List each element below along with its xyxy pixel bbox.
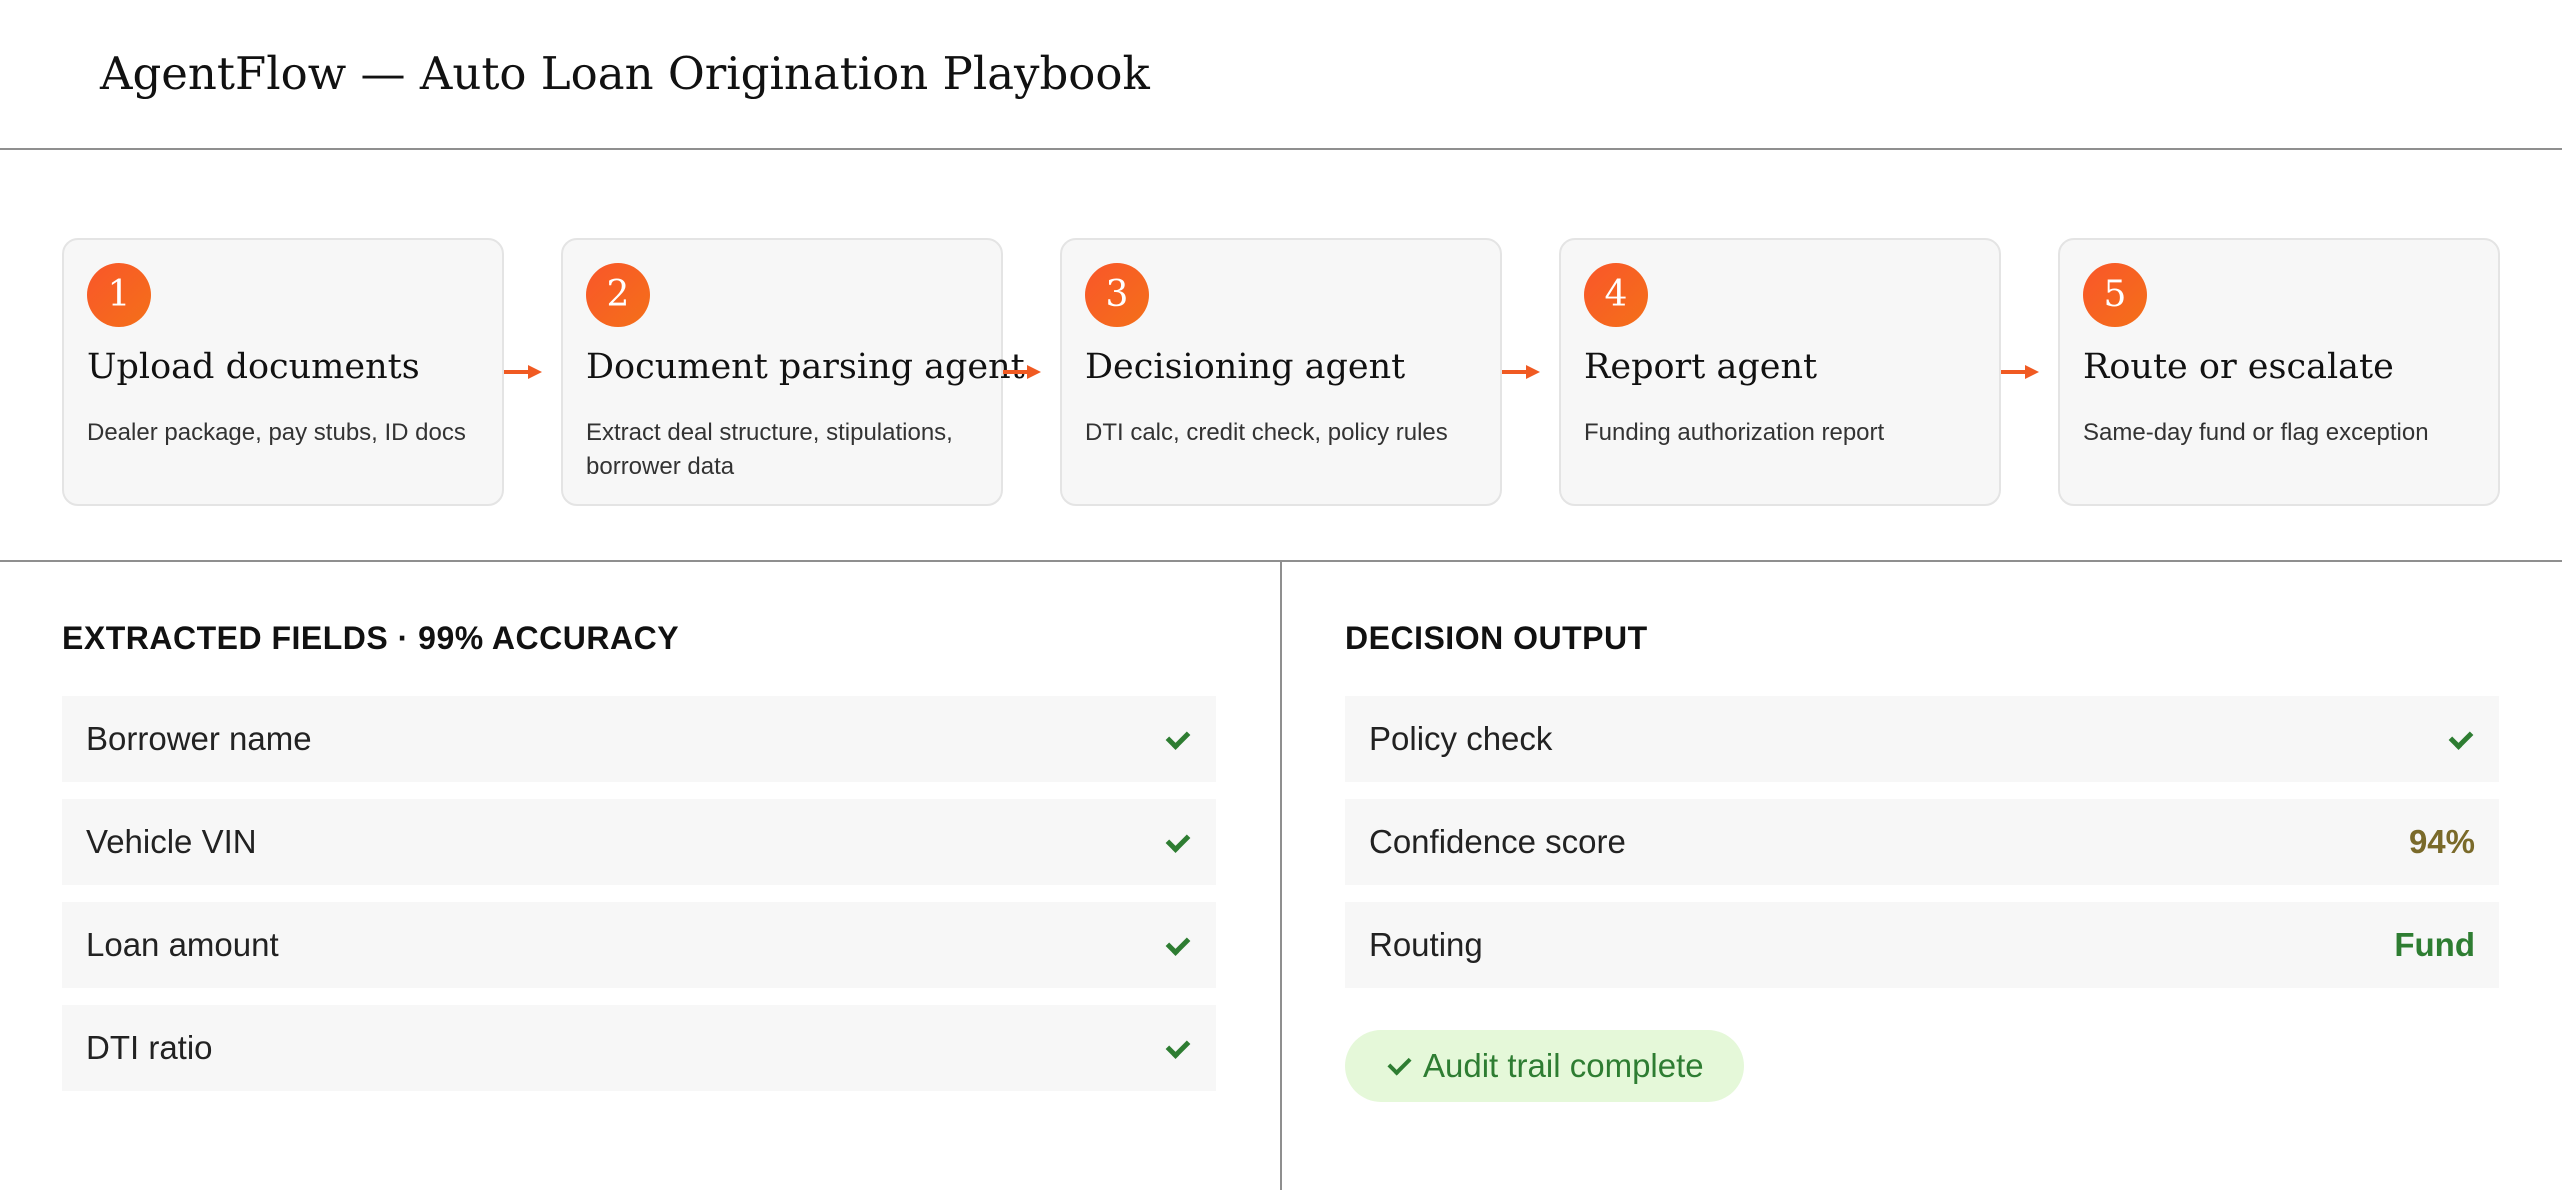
check-icon bbox=[1387, 1053, 1413, 1079]
field-label: Borrower name bbox=[86, 720, 312, 757]
decision-row-confidence: Confidence score 94% bbox=[1345, 799, 2499, 885]
decision-label: Confidence score bbox=[1369, 823, 1626, 860]
audit-trail-badge: Audit trail complete bbox=[1345, 1030, 1744, 1102]
step-description: DTI calc, credit check, policy rules bbox=[1085, 419, 1448, 446]
field-label: Vehicle VIN bbox=[86, 823, 257, 860]
step-number-badge: 4 bbox=[1584, 263, 1648, 327]
routing-value: Fund bbox=[2394, 926, 2475, 963]
step-title: Report agent bbox=[1584, 347, 1818, 387]
workflow-steps: 1 Upload documents Dealer package, pay s… bbox=[0, 150, 2562, 562]
step-description: Same-day fund or flag exception bbox=[2083, 419, 2429, 446]
step-description: Dealer package, pay stubs, ID docs bbox=[87, 419, 466, 446]
step-title: Upload documents bbox=[87, 347, 420, 387]
decision-label: Routing bbox=[1369, 926, 1483, 963]
step-description: Extract deal structure, stipulations, bo… bbox=[586, 419, 953, 480]
check-icon bbox=[1168, 726, 1192, 750]
arrow-right-icon bbox=[1003, 365, 1041, 379]
extracted-field-row: Vehicle VIN bbox=[62, 799, 1216, 885]
page-header: AgentFlow — Auto Loan Origination Playbo… bbox=[0, 0, 2562, 150]
decision-row-routing: Routing Fund bbox=[1345, 902, 2499, 988]
audit-trail-label: Audit trail complete bbox=[1423, 1047, 1704, 1084]
extracted-fields-heading: EXTRACTED FIELDS · 99% ACCURACY bbox=[62, 620, 680, 656]
step-number-badge: 2 bbox=[586, 263, 650, 327]
step-card-decisioning[interactable]: 3 Decisioning agent DTI calc, credit che… bbox=[1060, 238, 1502, 506]
field-label: Loan amount bbox=[86, 926, 279, 963]
step-title: Route or escalate bbox=[2083, 347, 2394, 387]
step-number-badge: 1 bbox=[87, 263, 151, 327]
arrow-right-icon bbox=[2001, 365, 2039, 379]
check-icon bbox=[1168, 1035, 1192, 1059]
decision-row-policy-check: Policy check bbox=[1345, 696, 2499, 782]
step-title: Document parsing agent bbox=[586, 347, 1025, 387]
check-icon bbox=[2451, 726, 2475, 750]
check-icon bbox=[1168, 932, 1192, 956]
check-icon bbox=[1168, 829, 1192, 853]
decision-output-heading: DECISION OUTPUT bbox=[1345, 620, 1648, 656]
step-number-badge: 3 bbox=[1085, 263, 1149, 327]
step-card-route[interactable]: 5 Route or escalate Same-day fund or fla… bbox=[2058, 238, 2500, 506]
confidence-score-value: 94% bbox=[2408, 823, 2475, 860]
step-card-upload[interactable]: 1 Upload documents Dealer package, pay s… bbox=[62, 238, 504, 506]
extracted-field-row: Loan amount bbox=[62, 902, 1216, 988]
step-card-report[interactable]: 4 Report agent Funding authorization rep… bbox=[1559, 238, 2001, 506]
step-title: Decisioning agent bbox=[1085, 347, 1406, 387]
step-description: Funding authorization report bbox=[1584, 419, 1885, 446]
page-title: AgentFlow — Auto Loan Origination Playbo… bbox=[100, 47, 1150, 100]
arrow-right-icon bbox=[1502, 365, 1540, 379]
extracted-field-row: Borrower name bbox=[62, 696, 1216, 782]
field-label: DTI ratio bbox=[86, 1029, 213, 1066]
panel-divider bbox=[1280, 562, 1282, 1190]
step-card-parsing[interactable]: 2 Document parsing agent Extract deal st… bbox=[561, 238, 1025, 506]
decision-label: Policy check bbox=[1369, 720, 1553, 757]
extracted-field-row: DTI ratio bbox=[62, 1005, 1216, 1091]
arrow-right-icon bbox=[504, 365, 542, 379]
step-number-badge: 5 bbox=[2083, 263, 2147, 327]
